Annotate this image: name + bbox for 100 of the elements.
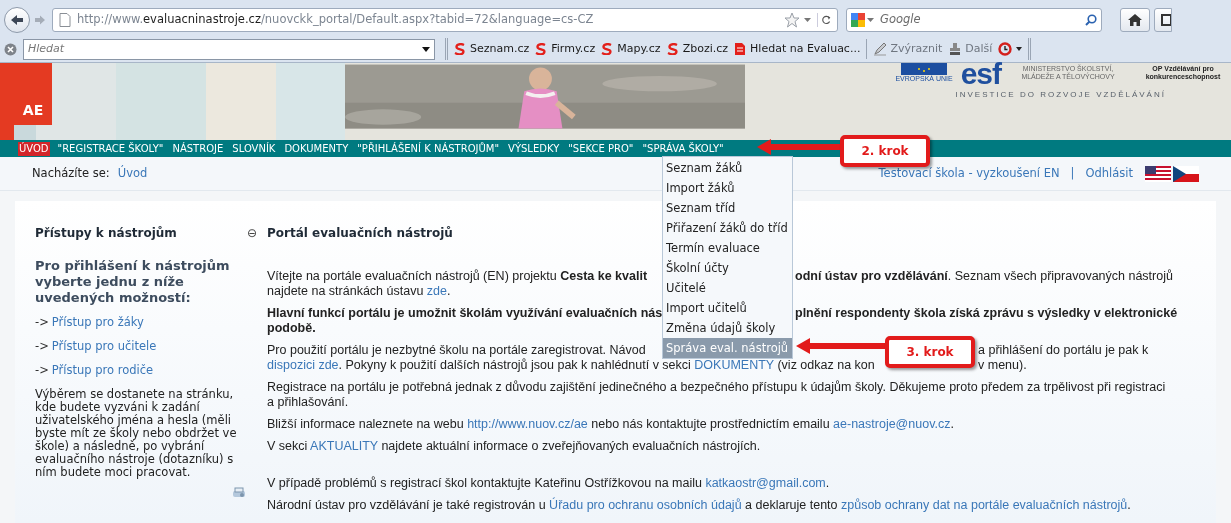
- search-field[interactable]: Google: [846, 8, 1102, 32]
- text-fragment: a přihlášení do portálu je pak k: [978, 343, 1149, 358]
- stamp-icon: [948, 42, 963, 56]
- nav-item[interactable]: NÁSTROJE: [171, 141, 225, 156]
- menu-item[interactable]: Učitelé: [663, 278, 792, 298]
- paragraph: Registrace na portálu je potřebná jednak z důvodu zajištění jedinečného a bezpečného přístupu k údajům školy. Děkujeme proto předem za trpělivost při registraci a přihlašování.: [267, 380, 1167, 410]
- clock-icon: [998, 42, 1013, 56]
- home-icon: [1128, 14, 1142, 26]
- link[interactable]: zde: [426, 284, 447, 298]
- menu-item[interactable]: Import učitelů: [663, 298, 792, 318]
- text-fragment: plnění respondenty škola získá zprávu s výsledky v elektronické: [795, 306, 1178, 321]
- text-fragment: Vítejte na portále evaluačních nástrojů (EN) projektu Cesta ke kvalit: [267, 269, 649, 284]
- menu-item[interactable]: Import žáků: [663, 178, 792, 198]
- window-icon: [1161, 14, 1171, 26]
- caret-icon: [867, 18, 874, 22]
- sidebar-link[interactable]: Přístup pro rodiče: [51, 363, 154, 378]
- callout-label: 3. krok: [885, 336, 975, 368]
- google-icon: [851, 13, 865, 27]
- menu-item[interactable]: Seznam žáků: [663, 158, 792, 178]
- breadcrumb-label: Nacházíte se:: [32, 164, 110, 182]
- menu-item[interactable]: Přiřazení žáků do tříd: [663, 218, 792, 238]
- back-button[interactable]: [4, 7, 30, 33]
- reload-icon: [817, 13, 831, 27]
- paragraph: Národní ústav pro vzdělávání je také registrován u Úřadu pro ochranu osobních údajů a deklaruje tento způsob ochrany dat na portále evaluačních nástrojů.: [267, 498, 1132, 513]
- url-text: http://www.evaluacninastroje.cz/nuovckk_portal/Default.aspx?tabid=72&language=cs-CZ: [77, 11, 594, 29]
- us-flag-icon[interactable]: [1145, 165, 1171, 182]
- logo: AE: [14, 63, 52, 125]
- page-icon: [59, 13, 71, 27]
- printer-icon: [231, 487, 247, 499]
- nav-item[interactable]: SLOVNÍK: [231, 141, 277, 156]
- arrow-icon: [796, 337, 885, 355]
- school-link[interactable]: Testovací škola - vyzkoušení EN: [878, 164, 1060, 183]
- czech-flag-icon[interactable]: [1173, 165, 1199, 182]
- sidebar-link[interactable]: Přístup pro žáky: [51, 315, 144, 330]
- nav-item[interactable]: "REGISTRACE ŠKOLY": [56, 141, 165, 156]
- search-placeholder: Google: [880, 11, 922, 29]
- page-title: Portál evaluačních nástrojů: [267, 225, 453, 242]
- arrow-text: ->: [35, 339, 49, 354]
- caret-icon: [804, 18, 811, 22]
- nav-item[interactable]: "SEKCE PRO": [567, 141, 635, 156]
- back-arrow-icon: [10, 14, 24, 26]
- pen-icon: [873, 42, 888, 56]
- arrow-icon: [757, 138, 840, 156]
- nav-item[interactable]: VÝSLEDKY: [507, 141, 561, 156]
- collapse-icon[interactable]: ⊖: [246, 224, 257, 242]
- nav-item[interactable]: "PŘIHLÁŠENÍ K NÁSTROJŮM": [356, 141, 501, 156]
- caret-icon: [1016, 47, 1023, 51]
- text-fragment: odní ústav pro vzdělávání. Seznam všech připravovaných nástrojů: [795, 269, 1173, 284]
- menu-item[interactable]: Změna údajů školy: [663, 318, 792, 338]
- home-button[interactable]: [1120, 8, 1150, 32]
- find-field[interactable]: Hledat: [23, 38, 435, 60]
- eu-flag-icon: [901, 63, 948, 75]
- link[interactable]: DOKUMENTY: [694, 358, 774, 372]
- callout-label: 2. krok: [840, 135, 930, 167]
- link[interactable]: Úřadu pro ochranu osobních údajů: [549, 498, 742, 512]
- paragraph: V případě problémů s registrací škol kontaktujte Kateřinu Ostřížkovou na mailu katkaostr@gmail.com.: [267, 476, 831, 491]
- toolbar-button[interactable]: Zvýraznit: [873, 40, 943, 58]
- nav-item[interactable]: DOKUMENTY: [283, 141, 350, 156]
- sidebar-heading: Pro přihlášení k nástrojům vyberte jednu z níže uvedených možností:: [35, 258, 231, 306]
- forward-arrow-icon: [34, 15, 46, 25]
- link[interactable]: http://www.nuov.cz/ae: [467, 417, 588, 431]
- nav-item[interactable]: "SPRÁVA ŠKOLY": [641, 141, 725, 156]
- arrow-text: ->: [35, 363, 49, 378]
- sidebar-link[interactable]: Přístup pro učitele: [51, 339, 157, 354]
- close-icon: [4, 42, 17, 56]
- bookmark-link[interactable]: Seznam.cz: [454, 40, 530, 58]
- menu-item[interactable]: Termín evaluace: [663, 238, 792, 258]
- menu-item[interactable]: Seznam tříd: [663, 198, 792, 218]
- menu-item[interactable]: Správa eval. nástrojů: [663, 338, 792, 358]
- separator: |: [1070, 164, 1075, 182]
- toolbar-button[interactable]: [1154, 8, 1172, 32]
- bookmark-link[interactable]: Hledat na Evaluac...: [734, 40, 861, 58]
- bookmark-link[interactable]: Zbozi.cz: [666, 40, 729, 58]
- link[interactable]: katkaostr@gmail.com: [705, 476, 826, 490]
- link[interactable]: AKTUALITY: [310, 439, 378, 453]
- text-fragment: v menu).: [978, 358, 1027, 373]
- toolbar-button[interactable]: [998, 42, 1023, 56]
- link[interactable]: dispozici zde: [267, 358, 339, 372]
- address-bar[interactable]: http://www.evaluacninastroje.cz/nuovckk_portal/Default.aspx?tabid=72&language=cs-CZ: [52, 8, 838, 32]
- nav-item[interactable]: ÚVOD: [18, 141, 50, 156]
- search-icon: [1085, 14, 1097, 26]
- menu-item[interactable]: Školní účty: [663, 258, 792, 278]
- dropdown-caret-icon: [422, 46, 430, 52]
- paragraph: V sekci AKTUALITY najdete aktuální informace o zveřejňovaných evaluačních nástrojích.: [267, 439, 762, 454]
- bookmark-link[interactable]: Firmy.cz: [535, 40, 596, 58]
- breadcrumb-link[interactable]: Úvod: [117, 164, 148, 183]
- bookmark-link[interactable]: Mapy.cz: [601, 40, 661, 58]
- find-placeholder: Hledat: [28, 40, 66, 57]
- toolbar-button[interactable]: Další: [948, 40, 993, 58]
- esf-logo: esf: [960, 63, 1001, 85]
- text-fragment: Pro použití portálu je nezbytné školu na portále zaregistrovat. Návod: [267, 343, 647, 358]
- sidebar-note: Výběrem se dostanete na stránku, kde budete vyzváni k zadání uživatelského jména a hesla (měli byste mít ze školy nebo obdržet ve škole) a následně, po vybrání evaluačního nástroje (dotazníku) s ním budete moci pracovat.: [35, 388, 238, 479]
- paragraph: Bližší informace naleznete na webu http://www.nuov.cz/ae nebo nás kontaktujte prostřednictím emailu ae-nastroje@nuov.cz.: [267, 417, 955, 432]
- logout-link[interactable]: Odhlásit: [1085, 164, 1133, 183]
- text-fragment: podobě.: [267, 321, 316, 336]
- slogan: INVESTICE DO ROZVOJE VZDĚLÁVÁNÍ: [955, 89, 1166, 101]
- text-fragment: Hlavní funkcí portálu je umožnit školám využívání evaluačních nás: [267, 306, 662, 321]
- arrow-text: ->: [35, 315, 49, 330]
- star-icon: [784, 12, 800, 28]
- text-fragment: najdete na stránkách ústavu zde.: [267, 284, 451, 299]
